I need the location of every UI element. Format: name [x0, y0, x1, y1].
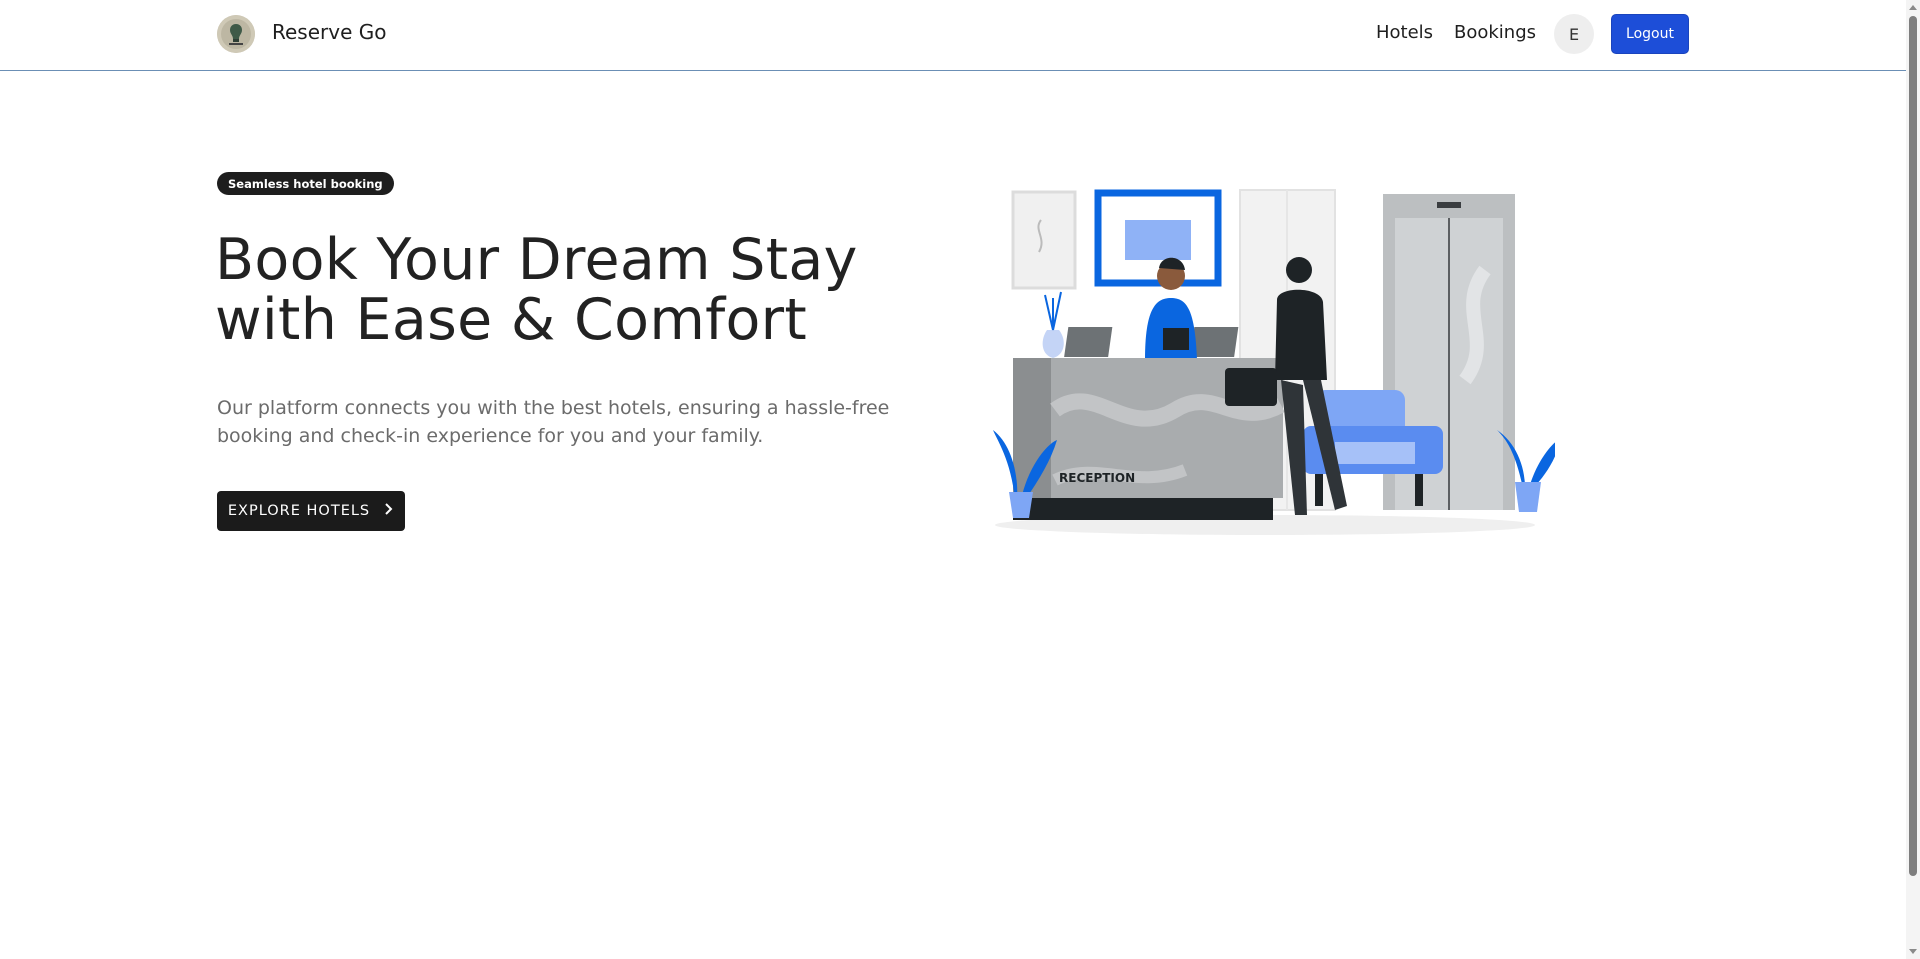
logout-button[interactable]: Logout	[1611, 14, 1689, 54]
top-navbar: Reserve Go Hotels Bookings E Logout	[0, 0, 1906, 71]
reception-sign: RECEPTION	[1059, 471, 1135, 485]
scroll-down-arrow-icon[interactable]	[1909, 949, 1917, 954]
reception-illustration: RECEPTION	[985, 180, 1561, 540]
brand-name[interactable]: Reserve Go	[272, 20, 386, 44]
scroll-up-arrow-icon[interactable]	[1909, 5, 1917, 10]
hero-description: Our platform connects you with the best …	[217, 397, 890, 447]
explore-hotels-button[interactable]: EXPLORE HOTELS	[217, 491, 405, 531]
nav-link-hotels[interactable]: Hotels	[1376, 22, 1433, 43]
avatar[interactable]: E	[1554, 14, 1594, 54]
headline-line-2: with Ease & Comfort	[215, 287, 808, 353]
headline-line-1: Book Your Dream Stay	[215, 227, 858, 293]
vertical-scrollbar[interactable]	[1906, 0, 1920, 959]
hero-badge: Seamless hotel booking	[217, 172, 394, 195]
scrollbar-thumb[interactable]	[1909, 16, 1917, 876]
explore-hotels-label: EXPLORE HOTELS	[227, 503, 371, 519]
chevron-right-icon	[384, 502, 394, 520]
logo-icon[interactable]	[217, 15, 255, 53]
hero-headline: Book Your Dream Stay with Ease & Comfort	[215, 230, 915, 350]
nav-link-bookings[interactable]: Bookings	[1454, 22, 1536, 43]
